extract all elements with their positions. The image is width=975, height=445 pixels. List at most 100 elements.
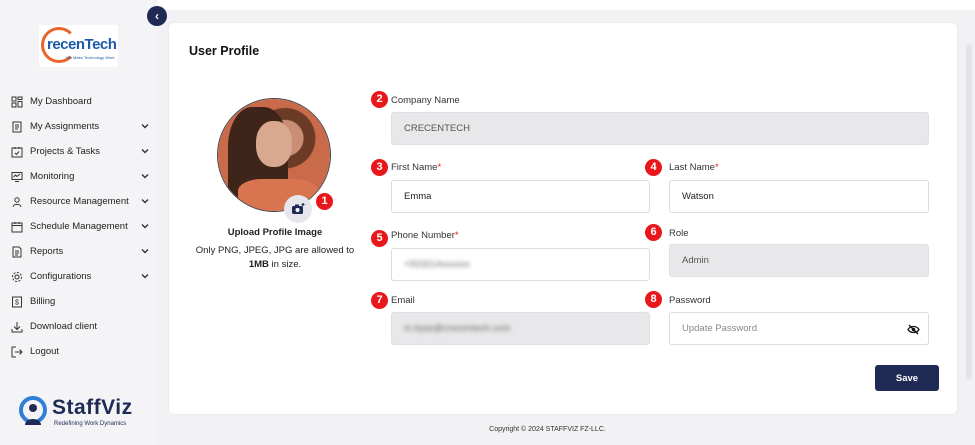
chevron-down-icon[interactable] <box>140 246 150 256</box>
camera-icon <box>292 203 305 214</box>
sidebar-item-configurations[interactable]: Configurations <box>0 264 158 289</box>
upload-photo-button[interactable] <box>284 195 312 223</box>
phone-number-label-text: Phone Number <box>391 230 455 241</box>
phone-number-value: +923214xxxxxx <box>404 259 470 270</box>
staffviz-logo-icon <box>19 396 47 425</box>
step-badge: 7 <box>371 292 388 309</box>
company-logo-tagline: We Make Technology Work <box>66 55 115 60</box>
sidebar-item-label: Reports <box>30 246 64 257</box>
company-name-value: CRECENTECH <box>404 123 470 134</box>
chevron-down-icon[interactable] <box>140 146 150 156</box>
sidebar-item-logout[interactable]: Logout <box>0 339 158 364</box>
chevron-down-icon[interactable] <box>140 221 150 231</box>
sidebar-item-label: Download client <box>30 321 98 332</box>
scrollbar[interactable] <box>966 44 972 380</box>
last-name-field[interactable]: Watson <box>669 180 929 213</box>
company-name-label: Company Name <box>391 95 460 106</box>
email-label: Email <box>391 295 415 306</box>
first-name-label-text: First Name <box>391 162 438 173</box>
sidebar-item-schedule-management[interactable]: Schedule Management <box>0 214 158 239</box>
first-name-value: Emma <box>404 191 432 202</box>
reports-icon <box>10 245 24 259</box>
password-label: Password <box>669 295 711 306</box>
assignments-icon <box>10 120 24 134</box>
sidebar-item-my-dashboard[interactable]: My Dashboard <box>0 89 158 114</box>
sidebar-nav: My Dashboard My Assignments Projects & T… <box>0 89 158 364</box>
svg-text:$: $ <box>15 299 19 306</box>
avatar-photo-face <box>256 121 292 167</box>
sidebar-item-reports[interactable]: Reports <box>0 239 158 264</box>
last-name-value: Watson <box>682 191 714 202</box>
product-tagline: Redefining Work Dynamics <box>54 421 127 427</box>
sidebar-item-download-client[interactable]: Download client <box>0 314 158 339</box>
sidebar-item-monitoring[interactable]: Monitoring <box>0 164 158 189</box>
step-badge: 3 <box>371 159 388 176</box>
sidebar-item-label: Configurations <box>30 271 92 282</box>
password-placeholder: Update Password <box>682 323 757 334</box>
upload-image-title: Upload Profile Image <box>227 227 323 238</box>
billing-icon: $ <box>10 295 24 309</box>
page-title: User Profile <box>189 44 260 58</box>
password-field[interactable]: Update Password <box>669 312 929 345</box>
dashboard-icon <box>10 95 24 109</box>
sidebar-item-label: Monitoring <box>30 171 75 182</box>
chevron-down-icon[interactable] <box>140 196 150 206</box>
staffviz-logo[interactable]: StaffViz Redefining Work Dynamics <box>14 393 154 433</box>
required-mark: * <box>454 230 459 241</box>
schedule-icon <box>10 220 24 234</box>
role-field: Admin <box>669 244 929 277</box>
required-mark: * <box>714 162 719 173</box>
phone-number-label: Phone Number* <box>391 230 459 241</box>
save-button[interactable]: Save <box>875 365 939 391</box>
phone-number-field[interactable]: +923214xxxxxx <box>391 248 650 281</box>
sidebar-item-label: Projects & Tasks <box>30 146 101 157</box>
step-badge: 6 <box>645 224 662 241</box>
logout-icon <box>10 345 24 359</box>
last-name-label-text: Last Name <box>669 162 715 173</box>
chevron-down-icon[interactable] <box>140 121 150 131</box>
sidebar-collapse-button[interactable]: ‹ <box>147 6 167 26</box>
upload-note-suffix: in size. <box>268 259 302 270</box>
footer-copyright: Copyright © 2024 STAFFVIZ FZ-LLC. <box>489 426 606 433</box>
sidebar-item-label: Schedule Management <box>30 221 128 232</box>
upload-note-prefix: Only PNG, JPEG, JPG are allowed to <box>195 245 355 256</box>
company-name-field: CRECENTECH <box>391 112 929 145</box>
sidebar-item-projects-tasks[interactable]: Projects & Tasks <box>0 139 158 164</box>
profile-avatar <box>217 98 331 212</box>
company-logo[interactable]: recenTech We Make Technology Work <box>39 25 118 67</box>
email-value: m.ilyas@crecentech.com <box>404 323 511 334</box>
sidebar-item-my-assignments[interactable]: My Assignments <box>0 114 158 139</box>
required-mark: * <box>437 162 442 173</box>
step-badge: 2 <box>371 91 388 108</box>
configurations-icon <box>10 270 24 284</box>
sidebar-item-label: My Assignments <box>30 121 100 132</box>
sidebar-item-resource-management[interactable]: Resource Management <box>0 189 158 214</box>
first-name-label: First Name* <box>391 162 441 173</box>
chevron-down-icon[interactable] <box>140 171 150 181</box>
product-name: StaffViz <box>52 396 133 419</box>
profile-card: User Profile 1 Upload Profile Image Only… <box>168 22 958 415</box>
sidebar: recenTech We Make Technology Work My Das… <box>0 0 158 445</box>
sidebar-item-label: My Dashboard <box>30 96 92 107</box>
chevron-down-icon[interactable] <box>140 271 150 281</box>
step-badge: 1 <box>316 193 333 210</box>
monitoring-icon <box>10 170 24 184</box>
first-name-field[interactable]: Emma <box>391 180 650 213</box>
upload-note-limit: 1MB <box>248 259 269 270</box>
sidebar-item-label: Logout <box>30 346 60 357</box>
eye-off-icon[interactable] <box>907 324 920 335</box>
resource-icon <box>10 195 24 209</box>
sidebar-item-label: Resource Management <box>30 196 129 207</box>
sidebar-item-billing[interactable]: $ Billing <box>0 289 158 314</box>
step-badge: 4 <box>645 159 662 176</box>
email-field: m.ilyas@crecentech.com <box>391 312 650 345</box>
step-badge: 8 <box>645 291 662 308</box>
top-bar <box>158 0 975 10</box>
role-value: Admin <box>682 255 709 266</box>
upload-image-note: Only PNG, JPEG, JPG are allowed to 1MB i… <box>189 244 361 272</box>
download-icon <box>10 320 24 334</box>
company-logo-text: recenTech <box>47 36 117 53</box>
role-label: Role <box>669 228 689 239</box>
last-name-label: Last Name* <box>669 162 719 173</box>
step-badge: 5 <box>371 230 388 247</box>
